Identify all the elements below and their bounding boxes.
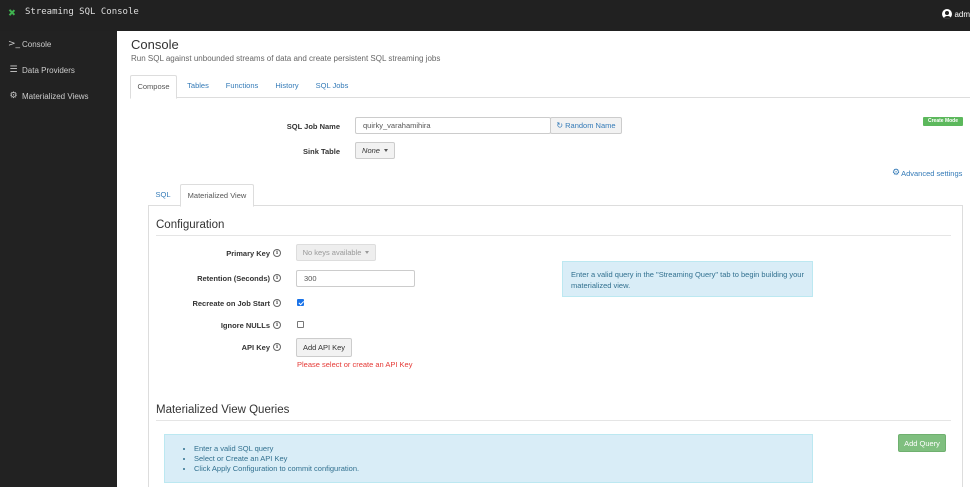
sidebar: >_ Console ☰ Data Providers ⚙ Materializ…	[0, 31, 117, 487]
random-name-label: Random Name	[565, 121, 616, 130]
sidebar-item-label: Materialized Views	[22, 91, 89, 101]
api-key-label: API Key	[241, 343, 270, 352]
app-logo-icon	[8, 9, 15, 16]
gears-icon: ⚙	[892, 168, 901, 178]
refresh-icon: ↻	[556, 121, 564, 130]
top-bar: Streaming SQL Console adm	[0, 0, 970, 31]
list-item: Enter a valid SQL query	[194, 444, 812, 454]
materialized-view-info-alert: Enter a valid query in the "Streaming Qu…	[562, 261, 813, 297]
sink-table-dropdown[interactable]: None	[355, 142, 395, 159]
user-avatar-icon	[942, 9, 953, 19]
sidebar-item-console[interactable]: >_ Console	[0, 31, 117, 57]
api-key-error: Please select or create an API Key	[297, 360, 413, 369]
sidebar-item-label: Console	[22, 39, 52, 49]
retention-input[interactable]: 300	[296, 270, 415, 287]
tab-tables[interactable]: Tables	[180, 75, 216, 98]
ignore-nulls-label: Ignore NULLs	[220, 321, 270, 330]
configuration-title: Configuration	[156, 219, 225, 231]
terminal-icon: >_	[8, 39, 21, 49]
info-icon[interactable]: i	[273, 321, 281, 329]
add-query-button[interactable]: Add Query	[898, 434, 946, 452]
random-name-button[interactable]: ↻ Random Name	[550, 117, 622, 134]
user-name: adm	[954, 9, 970, 19]
tab-functions[interactable]: Functions	[220, 75, 264, 98]
page-title: Console	[131, 37, 179, 52]
sink-table-value: None	[362, 146, 380, 155]
retention-label: Retention (Seconds)	[197, 274, 270, 283]
recreate-on-job-start-label: Recreate on Job Start	[192, 299, 270, 308]
page-subtitle: Run SQL against unbounded streams of dat…	[131, 54, 441, 63]
list-icon: ☰	[9, 65, 18, 75]
sidebar-item-materialized-views[interactable]: ⚙ Materialized Views	[0, 83, 117, 109]
tab-history[interactable]: History	[268, 75, 306, 98]
app-brand[interactable]: Streaming SQL Console	[8, 7, 139, 17]
list-item: Select or Create an API Key	[194, 454, 812, 464]
mv-queries-divider	[156, 420, 951, 421]
info-icon[interactable]: i	[273, 249, 281, 257]
tab-compose[interactable]: Compose	[130, 75, 177, 99]
recreate-on-job-start-checkbox[interactable]	[297, 299, 304, 306]
primary-key-value: No keys available	[302, 248, 362, 257]
app-title: Streaming SQL Console	[25, 7, 139, 17]
sidebar-item-data-providers[interactable]: ☰ Data Providers	[0, 57, 117, 83]
tab-materialized-view[interactable]: Materialized View	[180, 184, 254, 207]
view-subtabs: SQL Materialized View	[148, 184, 963, 207]
tab-sql-jobs[interactable]: SQL Jobs	[310, 75, 354, 98]
user-menu[interactable]: adm	[942, 9, 970, 19]
ignore-nulls-checkbox[interactable]	[297, 321, 304, 328]
chevron-down-icon	[365, 251, 370, 254]
primary-key-label: Primary Key	[226, 249, 270, 258]
info-icon[interactable]: i	[273, 343, 281, 351]
info-icon[interactable]: i	[273, 299, 281, 307]
configuration-divider	[156, 235, 951, 236]
mv-queries-instructions: Enter a valid SQL query Select or Create…	[164, 434, 813, 483]
add-api-key-button[interactable]: Add API Key	[296, 338, 352, 357]
sink-table-label: Sink Table	[303, 147, 340, 156]
advanced-settings-label: Advanced settings	[901, 168, 963, 178]
gear-icon: ⚙	[9, 91, 18, 101]
sql-job-name-input[interactable]: quirky_varahamihira	[355, 117, 551, 134]
chevron-down-icon	[383, 149, 388, 152]
sql-job-name-label: SQL Job Name	[286, 122, 340, 131]
create-mode-badge: Create Mode	[923, 117, 963, 126]
main-tabs: Compose Tables Functions History SQL Job…	[130, 75, 970, 99]
mv-queries-title: Materialized View Queries	[156, 404, 290, 416]
advanced-settings-link[interactable]: ⚙ Advanced settings	[892, 168, 962, 178]
info-icon[interactable]: i	[273, 274, 281, 282]
primary-key-dropdown[interactable]: No keys available	[296, 244, 376, 261]
tab-sql[interactable]: SQL	[148, 184, 178, 206]
list-item: Click Apply Configuration to commit conf…	[194, 464, 812, 474]
sidebar-item-label: Data Providers	[22, 65, 75, 75]
